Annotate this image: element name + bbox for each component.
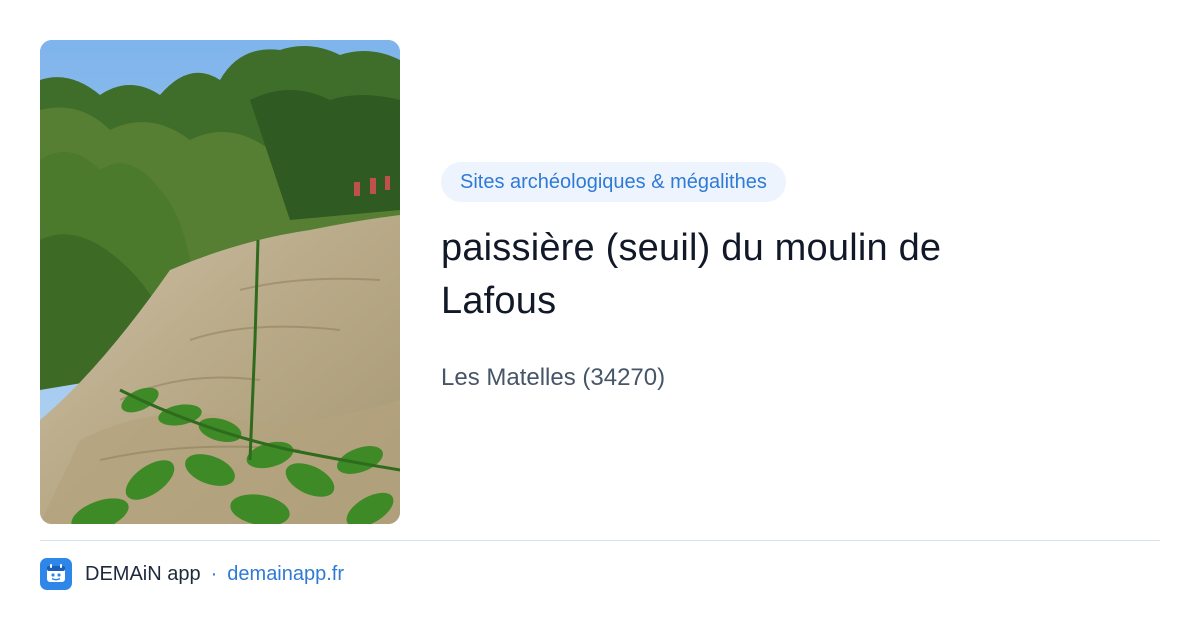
card-content: Sites archéologiques & mégalithes paissi… — [441, 162, 1141, 393]
location-text: Les Matelles (34270) — [441, 364, 666, 391]
app-logo-icon — [40, 558, 72, 590]
footer-divider — [40, 540, 1160, 541]
site-photo — [40, 40, 400, 524]
title-line-1: paissière (seuil) du moulin de — [441, 227, 942, 269]
page-title: paissière (seuil) du moulin de Lafous — [441, 222, 1141, 328]
domain-link[interactable]: demainapp.fr — [227, 563, 344, 586]
footer: DEMAiN app · demainapp.fr — [40, 558, 344, 590]
site-photo-image — [40, 40, 400, 524]
footer-separator: · — [210, 562, 218, 585]
app-name: DEMAiN app — [85, 562, 201, 585]
category-badge[interactable]: Sites archéologiques & mégalithes — [441, 162, 786, 202]
title-line-2: Lafous — [441, 280, 557, 322]
